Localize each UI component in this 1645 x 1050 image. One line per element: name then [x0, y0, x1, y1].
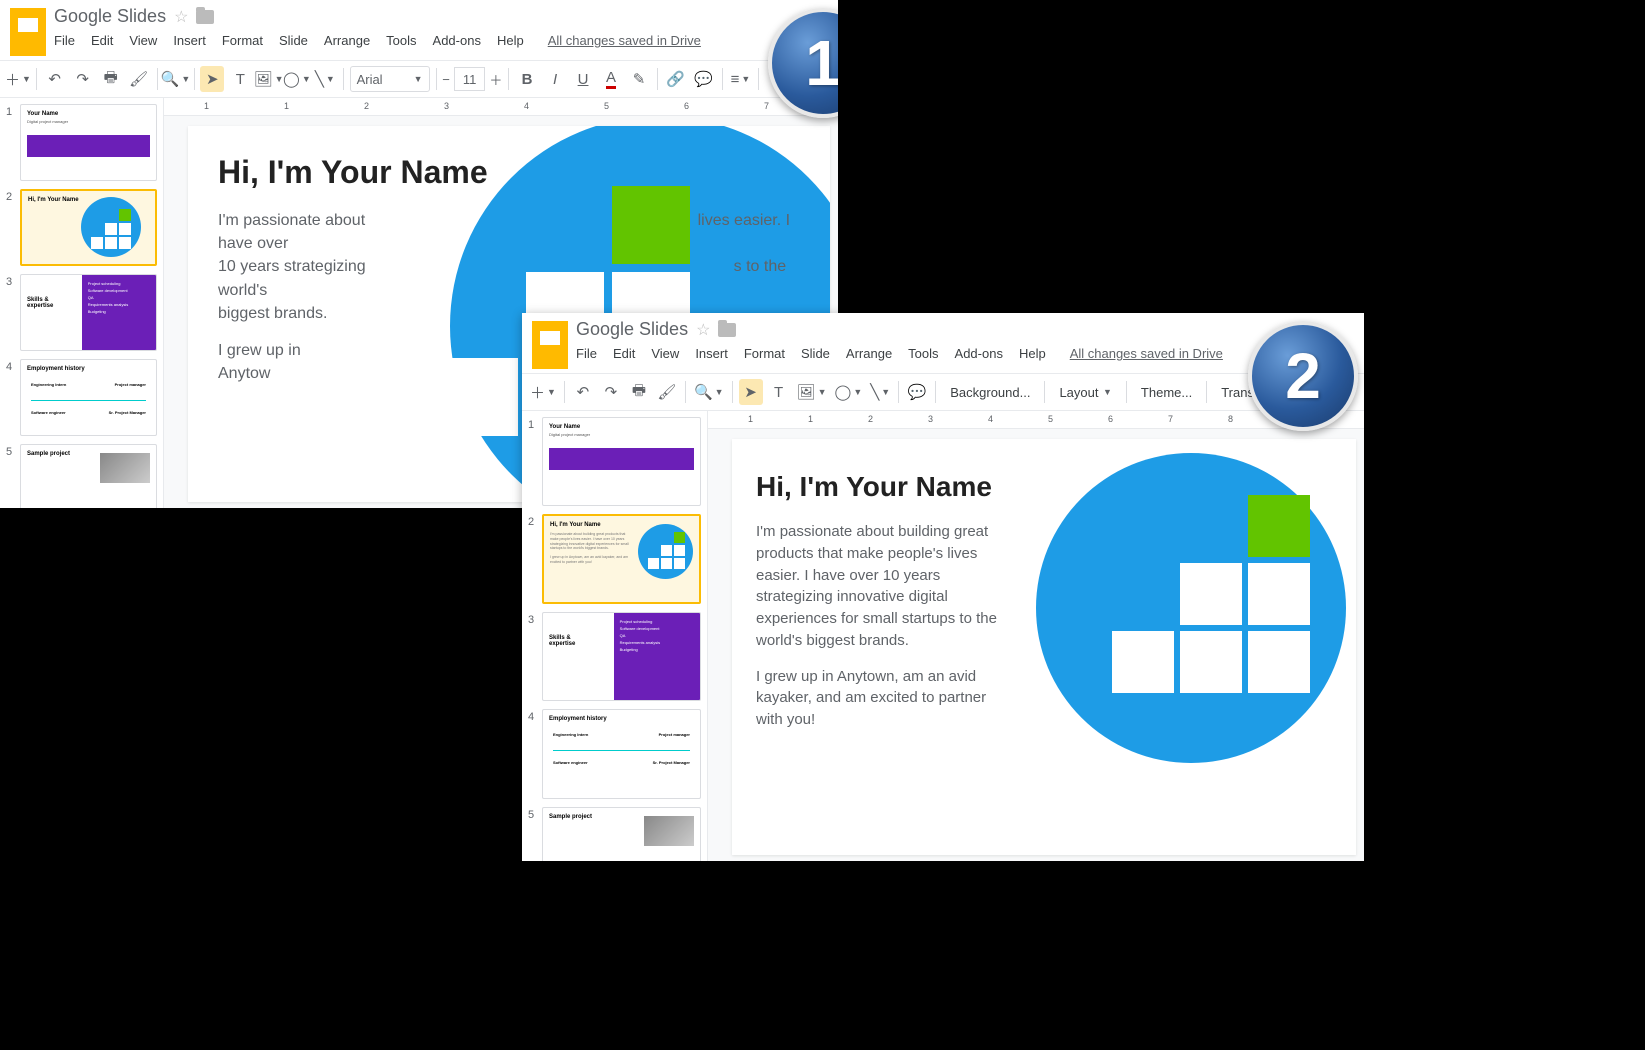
- menu-tools[interactable]: Tools: [386, 33, 416, 48]
- menu-tools[interactable]: Tools: [908, 346, 938, 361]
- step-badge-2: 2: [1248, 321, 1358, 431]
- comment-button[interactable]: 💬: [692, 66, 716, 92]
- slide-canvas-area: 1123456789 Hi, I'm Your Name I'm passion…: [708, 411, 1364, 861]
- slide-title-text[interactable]: Hi, I'm Your Name: [218, 154, 800, 191]
- green-square-graphic: [1248, 495, 1310, 557]
- background-button[interactable]: Background...: [942, 379, 1038, 405]
- underline-button[interactable]: U: [571, 66, 595, 92]
- menu-insert[interactable]: Insert: [173, 33, 206, 48]
- theme-button[interactable]: Theme...: [1133, 379, 1200, 405]
- comment-button[interactable]: 💬: [905, 379, 929, 405]
- menu-help[interactable]: Help: [1019, 346, 1046, 361]
- slide-body-text[interactable]: I'm passionate about building great prod…: [756, 521, 1016, 731]
- slide-thumbnail-4[interactable]: Employment history Engineering Intern Pr…: [20, 359, 157, 436]
- menu-edit[interactable]: Edit: [613, 346, 635, 361]
- slide-thumbnail-4[interactable]: Employment history Engineering Intern Pr…: [542, 709, 701, 798]
- image-button[interactable]: 🖼▼: [256, 66, 281, 92]
- google-slides-window-2: Google Slides ☆ File Edit View Insert Fo…: [522, 313, 1364, 861]
- white-square-graphic: [1112, 631, 1174, 693]
- white-square-graphic: [1248, 563, 1310, 625]
- print-button[interactable]: 🖶: [99, 66, 123, 92]
- header: Google Slides ☆ File Edit View Insert Fo…: [522, 313, 1364, 369]
- menu-bar: File Edit View Insert Format Slide Arran…: [576, 346, 1358, 361]
- slides-logo-icon: [10, 8, 46, 56]
- document-title[interactable]: Google Slides: [576, 319, 688, 340]
- toolbar: ＋▼ ↶ ↷ 🖶 🖌 🔍▼ ➤ T 🖼▼ ◯▼ ╲▼ Arial▼ −11＋ B…: [0, 60, 838, 98]
- menu-view[interactable]: View: [651, 346, 679, 361]
- line-button[interactable]: ╲▼: [868, 379, 892, 405]
- menu-bar: File Edit View Insert Format Slide Arran…: [54, 33, 832, 48]
- white-square-graphic: [1180, 563, 1242, 625]
- font-selector[interactable]: Arial▼: [350, 66, 430, 92]
- slide-thumbnail-5[interactable]: Sample project: [20, 444, 157, 508]
- bold-button[interactable]: B: [515, 66, 539, 92]
- toolbar: ＋▼ ↶ ↷ 🖶 🖌 🔍▼ ➤ T 🖼▼ ◯▼ ╲▼ 💬 Background.…: [522, 373, 1364, 411]
- white-square-graphic: [1180, 631, 1242, 693]
- undo-button[interactable]: ↶: [43, 66, 67, 92]
- font-size-selector[interactable]: −11＋: [442, 66, 502, 92]
- select-tool-button[interactable]: ➤: [739, 379, 763, 405]
- italic-button[interactable]: I: [543, 66, 567, 92]
- menu-arrange[interactable]: Arrange: [846, 346, 892, 361]
- horizontal-ruler: 11234567: [164, 98, 838, 116]
- menu-file[interactable]: File: [54, 33, 75, 48]
- new-slide-button[interactable]: ＋▼: [528, 379, 558, 405]
- folder-icon[interactable]: [196, 10, 214, 24]
- slide-thumbnails-panel: 1 Your Name Digital project manager 2 Hi…: [0, 98, 164, 508]
- zoom-button[interactable]: 🔍▼: [692, 379, 726, 405]
- select-tool-button[interactable]: ➤: [200, 66, 224, 92]
- menu-format[interactable]: Format: [222, 33, 263, 48]
- menu-insert[interactable]: Insert: [695, 346, 728, 361]
- menu-addons[interactable]: Add-ons: [955, 346, 1003, 361]
- star-icon[interactable]: ☆: [696, 320, 710, 340]
- align-button[interactable]: ≡▼: [728, 66, 752, 92]
- menu-slide[interactable]: Slide: [801, 346, 830, 361]
- slide-canvas[interactable]: Hi, I'm Your Name I'm passionate about b…: [732, 439, 1356, 855]
- menu-format[interactable]: Format: [744, 346, 785, 361]
- slide-thumbnail-1[interactable]: Your Name Digital project manager: [542, 417, 701, 506]
- print-button[interactable]: 🖶: [627, 379, 651, 405]
- paint-format-button[interactable]: 🖌: [127, 66, 151, 92]
- slides-logo-icon: [532, 321, 568, 369]
- menu-help[interactable]: Help: [497, 33, 524, 48]
- save-status[interactable]: All changes saved in Drive: [548, 33, 701, 48]
- menu-file[interactable]: File: [576, 346, 597, 361]
- new-slide-button[interactable]: ＋▼: [6, 66, 30, 92]
- line-button[interactable]: ╲▼: [313, 66, 337, 92]
- redo-button[interactable]: ↷: [71, 66, 95, 92]
- menu-view[interactable]: View: [129, 33, 157, 48]
- link-button[interactable]: 🔗: [664, 66, 688, 92]
- paint-format-button[interactable]: 🖌: [655, 379, 679, 405]
- slide-thumbnails-panel: 1 Your Name Digital project manager 2 Hi…: [522, 411, 708, 861]
- menu-addons[interactable]: Add-ons: [433, 33, 481, 48]
- redo-button[interactable]: ↷: [599, 379, 623, 405]
- star-icon[interactable]: ☆: [174, 7, 188, 27]
- slide-thumbnail-5[interactable]: Sample project: [542, 807, 701, 861]
- menu-arrange[interactable]: Arrange: [324, 33, 370, 48]
- menu-slide[interactable]: Slide: [279, 33, 308, 48]
- shape-button[interactable]: ◯▼: [285, 66, 309, 92]
- image-button[interactable]: 🖼▼: [795, 379, 829, 405]
- white-square-graphic: [1248, 631, 1310, 693]
- slide-thumbnail-1[interactable]: Your Name Digital project manager: [20, 104, 157, 181]
- textbox-button[interactable]: T: [228, 66, 252, 92]
- highlight-button[interactable]: ✎: [627, 66, 651, 92]
- text-color-button[interactable]: A: [599, 66, 623, 92]
- shape-button[interactable]: ◯▼: [833, 379, 865, 405]
- folder-icon[interactable]: [718, 323, 736, 337]
- save-status[interactable]: All changes saved in Drive: [1070, 346, 1223, 361]
- slide-thumbnail-2[interactable]: Hi, I'm Your Name I'm passionate about b…: [542, 514, 701, 603]
- header: Google Slides ☆ File Edit View Insert Fo…: [0, 0, 838, 56]
- document-title[interactable]: Google Slides: [54, 6, 166, 27]
- menu-edit[interactable]: Edit: [91, 33, 113, 48]
- zoom-button[interactable]: 🔍▼: [163, 66, 187, 92]
- slide-thumbnail-3[interactable]: Skills & expertise Project scheduling So…: [20, 274, 157, 351]
- slide-thumbnail-2[interactable]: Hi, I'm Your Name: [20, 189, 157, 266]
- layout-button[interactable]: Layout ▼: [1051, 379, 1119, 405]
- slide-thumbnail-3[interactable]: Skills & expertise Project scheduling So…: [542, 612, 701, 701]
- textbox-button[interactable]: T: [767, 379, 791, 405]
- undo-button[interactable]: ↶: [571, 379, 595, 405]
